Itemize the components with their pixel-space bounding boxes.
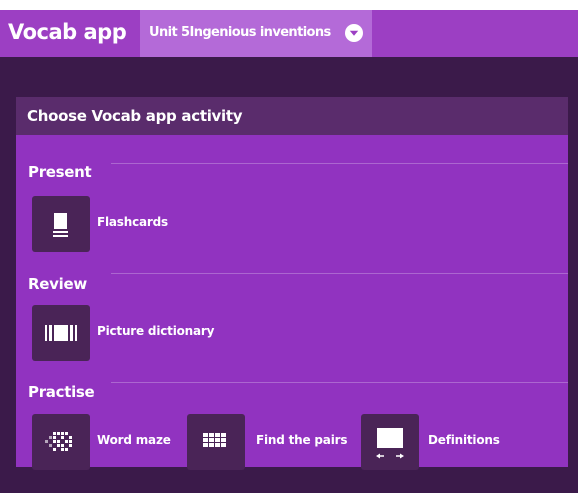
panel-title: Choose Vocab app activity bbox=[27, 107, 243, 125]
unit-selector[interactable]: Unit 5Ingenious inventions bbox=[140, 10, 372, 57]
section-title-practise: Practise bbox=[28, 383, 95, 401]
chevron-down-icon bbox=[345, 24, 363, 42]
app-title: Vocab app bbox=[8, 20, 127, 44]
unit-selector-label: Unit 5Ingenious inventions bbox=[149, 25, 331, 40]
flashcards-label[interactable]: Flashcards bbox=[97, 215, 168, 229]
section-divider bbox=[111, 273, 568, 274]
activity-panel: Choose Vocab app activity Present Flashc… bbox=[16, 97, 568, 470]
find-the-pairs-label[interactable]: Find the pairs bbox=[256, 433, 347, 447]
picture-dictionary-label[interactable]: Picture dictionary bbox=[97, 324, 214, 338]
panel-header: Choose Vocab app activity bbox=[16, 97, 568, 135]
word-maze-icon bbox=[45, 432, 72, 451]
find-the-pairs-button[interactable] bbox=[187, 414, 245, 470]
definitions-label[interactable]: Definitions bbox=[428, 433, 500, 447]
picture-dictionary-button[interactable] bbox=[32, 305, 90, 361]
section-title-review: Review bbox=[28, 275, 87, 293]
find-pairs-icon bbox=[203, 433, 226, 447]
section-title-present: Present bbox=[28, 163, 92, 181]
top-bar: Vocab app Unit 5Ingenious inventions bbox=[0, 10, 578, 57]
flashcards-button[interactable] bbox=[32, 196, 90, 252]
word-maze-button[interactable] bbox=[32, 414, 90, 470]
section-divider bbox=[111, 382, 568, 383]
flashcards-icon bbox=[53, 213, 68, 237]
definitions-icon bbox=[376, 428, 404, 459]
picture-dictionary-icon bbox=[45, 325, 77, 341]
definitions-button[interactable] bbox=[361, 414, 419, 470]
word-maze-label[interactable]: Word maze bbox=[97, 433, 171, 447]
section-divider bbox=[111, 163, 568, 164]
